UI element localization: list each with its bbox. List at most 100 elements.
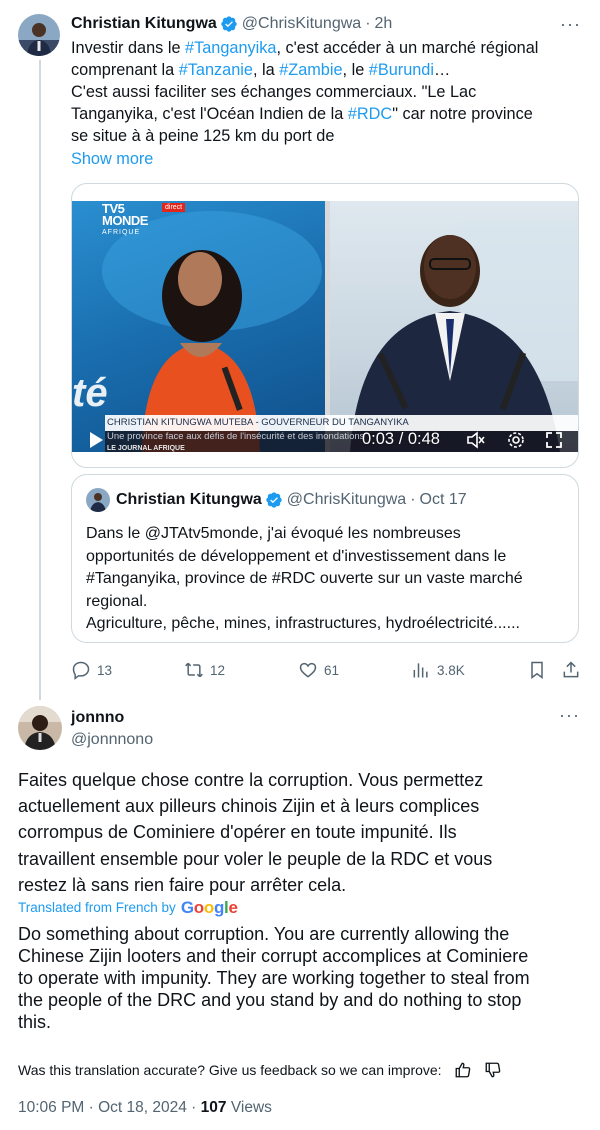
reply-author-handle[interactable]: @jonnnono [71,730,153,750]
translated-text: Do something about corruption. You are c… [18,923,588,1033]
tweet-metadata: 10:06 PM · Oct 18, 2024 · 107 Views [18,1098,272,1118]
quoted-tweet-text: Dans le @JTAtv5monde, j'ai évoqué les no… [86,523,572,636]
share-icon [563,661,579,678]
reply-text-line: travaillent ensemble pour voler le peupl… [18,848,493,869]
repost-icon [185,662,203,678]
author-name[interactable]: Christian Kitungwa [71,14,217,34]
like-button[interactable]: 61 [298,656,339,684]
google-logo: Google [180,898,238,917]
tweet-text-line: Investir dans le #Tanganyika, c'est accé… [71,37,586,59]
thread-connector-line [39,60,41,700]
tweet-actions: 13 12 61 3.8K [71,656,581,684]
translated-text-line: Do something about corruption. You are c… [18,924,510,944]
reply-author-avatar[interactable] [18,706,62,750]
video-frame[interactable]: TV5 MONDE AFRIQUE direct té CHRISTIAN KI… [72,201,578,452]
tweet-text-line: C'est aussi faciliter ses échanges comme… [71,81,586,103]
reply-author-name[interactable]: jonnno [71,708,124,728]
background-text: té [72,371,108,415]
hashtag-link[interactable]: #Burundi [369,61,434,79]
tweet-time[interactable]: 2h [375,14,393,34]
tweet-text-segment: Investir dans le [71,39,186,57]
translated-text-line: Chinese Zijin looters and their corrupt … [18,946,529,966]
header-separator: · [410,491,416,508]
verified-badge-icon [265,491,283,509]
reply-text-line: actuellement aux pilleurs chinois Zijin … [18,796,480,817]
tweet-text-segment: Tanganyika, c'est l'Océan Indien de la [71,105,348,123]
fullscreen-icon[interactable] [544,430,564,450]
reply-text-line: Faites quelque chose contre la corruptio… [18,770,484,790]
translated-text-line: the people of the DRC and you stand by a… [18,990,522,1010]
reply-text-line: restez là sans rien faire pour arrêter c… [18,874,347,895]
channel-logo: TV5 MONDE AFRIQUE [102,201,148,236]
settings-icon[interactable] [506,430,526,450]
view-count: 107 [200,1099,227,1116]
share-button[interactable] [561,656,587,684]
tweet-text-segment: comprenant la [71,61,179,79]
views-label: Views [226,1099,272,1116]
hashtag-link[interactable]: #Tanzanie [179,61,253,79]
video-player[interactable]: TV5 MONDE AFRIQUE direct té CHRISTIAN KI… [71,183,579,468]
hashtag-link[interactable]: #RDC [348,105,392,123]
author-avatar[interactable] [18,14,60,56]
quoted-text-line: regional. [86,592,148,610]
hashtag-link[interactable]: #Zambie [279,61,342,79]
thumbs-down-icon[interactable] [484,1061,502,1079]
views-button[interactable]: 3.8K [411,656,465,684]
quoted-text-line: #Tanganyika, province de #RDC ouverte su… [86,570,523,587]
like-count: 61 [324,662,340,678]
verified-badge-icon [220,15,238,33]
quoted-author-handle: @ChrisKitungwa [286,491,407,508]
repost-button[interactable]: 12 [184,656,225,684]
thumbs-up-icon[interactable] [454,1061,472,1079]
more-options-icon[interactable]: ··· [559,705,580,726]
quoted-tweet[interactable]: Christian Kitungwa @ChrisKitungwa · Oct … [71,474,579,643]
header-separator: · [365,15,371,32]
tweet-text-segment: , c'est accéder à un marché régional [276,39,539,57]
views-icon [413,663,428,678]
quoted-tweet-date: Oct 17 [419,491,467,508]
tweet-text-line: comprenant la #Tanzanie, la #Zambie, le … [71,59,586,81]
quoted-author-name[interactable]: Christian Kitungwa [116,489,262,511]
quoted-text-line: opportunités de développement et d'inves… [86,547,507,565]
tweet-text-line: Tanganyika, c'est l'Océan Indien de la #… [71,103,586,125]
live-badge: direct [162,203,186,212]
tweet-text-segment: , la [252,61,280,79]
reply-button[interactable]: 13 [71,656,112,684]
mute-icon[interactable] [466,430,486,450]
play-icon[interactable] [88,431,104,449]
hashtag-link[interactable]: #Tanganyika [185,39,276,57]
translated-text-line: to operate with impunity. They are worki… [18,968,530,988]
video-timecode: 0:03 / 0:48 [362,430,440,448]
tweet-text-segment: … [433,61,451,79]
bookmark-icon [531,661,543,679]
views-count: 3.8K [437,662,465,678]
reply-count: 13 [97,662,113,678]
quoted-tweet-header: Christian Kitungwa @ChrisKitungwa · Oct … [116,489,467,511]
tweet-text-segment: , le [342,61,369,79]
tweet-text: Investir dans le #Tanganyika, c'est accé… [71,37,586,147]
tweet-text-segment: " car notre province [392,105,533,123]
tweet-text-segment: C'est aussi faciliter ses échanges comme… [71,83,477,101]
video-controls: 0:03 / 0:48 [72,427,578,452]
author-handle[interactable]: @ChrisKitungwa [242,14,361,34]
quoted-author-avatar[interactable] [86,488,110,512]
bookmark-button[interactable] [527,656,553,684]
reply-text-line: corrompus de Cominiere d'opérer en toute… [18,822,457,843]
quoted-text-line: Dans le @JTAtv5monde, j'ai évoqué les no… [86,525,461,542]
more-options-icon[interactable]: ··· [560,14,581,34]
repost-count: 12 [210,662,226,678]
translation-feedback: Was this translation accurate? Give us f… [18,1059,578,1081]
tweet-header: Christian Kitungwa @ChrisKitungwa · 2h ·… [71,14,581,34]
quoted-text-line: Agriculture, pêche, mines, infrastructur… [86,615,520,632]
reply-text: Faites quelque chose contre la corruptio… [18,767,578,898]
like-icon [299,662,317,678]
feedback-prompt: Was this translation accurate? Give us f… [18,1062,442,1078]
translated-text-line: this. [18,1012,52,1032]
translated-label: Translated from French by [18,900,176,915]
tweet-text-segment: se situe à à peine 125 km du port de [71,127,335,145]
reply-icon [72,661,90,680]
tweet-text-line: se situe à à peine 125 km du port de [71,125,586,147]
tweet-timestamp[interactable]: 10:06 PM · Oct 18, 2024 · [18,1099,201,1116]
translation-attribution[interactable]: Translated from French by Google [18,898,238,918]
show-more-link[interactable]: Show more [71,148,153,170]
